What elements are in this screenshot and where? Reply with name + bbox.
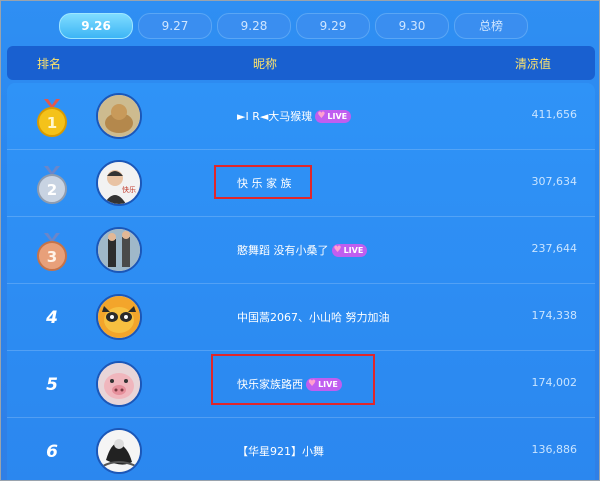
bronze-medal-icon: 3 — [37, 233, 67, 271]
heart-icon: ♥ — [333, 244, 342, 255]
tab-9-29[interactable]: 9.29 — [296, 13, 370, 39]
row-score: 411,656 — [531, 108, 578, 121]
silver-medal-icon: 2 — [37, 166, 67, 204]
ink-avatar[interactable] — [96, 428, 142, 474]
table-row[interactable]: 6 【华星921】小舞 136,886 — [7, 418, 595, 480]
nickname-text: ►I R◄大马猴瑰 — [237, 110, 313, 123]
tab-9-28[interactable]: 9.28 — [217, 13, 291, 39]
table-row[interactable]: 1 ►I R◄大马猴瑰 ♥ LIVE 411,656 — [7, 83, 595, 150]
row-name: ►I R◄大马猴瑰 ♥ LIVE — [237, 107, 352, 125]
dog-avatar[interactable] — [96, 93, 142, 139]
leaderboard-panel: 9.26 9.27 9.28 9.29 9.30 总榜 排名 昵称 清凉值 1 — [0, 0, 600, 481]
rank-number: 6 — [46, 442, 58, 462]
nickname-text: 【华星921】小舞 — [237, 445, 324, 458]
live-label: LIVE — [327, 111, 348, 121]
row-score: 136,886 — [531, 443, 578, 456]
row-name: 憨舞蹈 没有小桑了 ♥ LIVE — [237, 241, 368, 259]
header-nickname: 昵称 — [253, 57, 278, 71]
table-row[interactable]: 3 憨舞蹈 没有小桑了 ♥ LIVE 237,644 — [7, 217, 595, 284]
row-score: 174,338 — [531, 309, 578, 322]
tab-9-30[interactable]: 9.30 — [375, 13, 449, 39]
nickname-text: 中国蒿2067、小山哈 努力加油 — [237, 311, 390, 324]
heart-icon: ♥ — [317, 110, 326, 121]
svg-text:3: 3 — [47, 248, 57, 266]
ranking-list: 1 ►I R◄大马猴瑰 ♥ LIVE 411,656 2 快乐 快 乐 家 族 … — [7, 83, 595, 480]
tab-9-27[interactable]: 9.27 — [138, 13, 212, 39]
row-name: 【华星921】小舞 — [237, 442, 324, 460]
row-score: 237,644 — [531, 242, 578, 255]
table-row[interactable]: 4 中国蒿2067、小山哈 努力加油 174,338 — [7, 284, 595, 351]
svg-text:1: 1 — [47, 114, 57, 132]
avatar-text: 快乐 — [122, 185, 136, 194]
raccoon-avatar[interactable] — [96, 294, 142, 340]
row-score: 307,634 — [531, 175, 578, 188]
highlight-box — [214, 165, 312, 199]
tab-9-26[interactable]: 9.26 — [59, 13, 133, 39]
row-name: 中国蒿2067、小山哈 努力加油 — [237, 308, 390, 326]
svg-text:2: 2 — [47, 181, 57, 199]
row-score: 174,002 — [531, 376, 578, 389]
table-header: 排名 昵称 清凉值 — [7, 46, 595, 80]
live-badge[interactable]: ♥ LIVE — [331, 243, 368, 257]
live-label: LIVE — [343, 245, 364, 255]
dancer-avatar[interactable] — [96, 227, 142, 273]
gold-medal-icon: 1 — [37, 99, 67, 137]
person-avatar[interactable]: 快乐 — [96, 160, 142, 206]
live-badge[interactable]: ♥ LIVE — [315, 109, 352, 123]
rank-number: 4 — [46, 308, 58, 328]
tab-total[interactable]: 总榜 — [454, 13, 528, 39]
highlight-box — [211, 354, 375, 405]
pig-avatar[interactable] — [96, 361, 142, 407]
header-rank: 排名 — [37, 57, 62, 71]
rank-number: 5 — [46, 375, 58, 395]
header-score: 清凉值 — [515, 57, 552, 71]
nickname-text: 憨舞蹈 没有小桑了 — [237, 244, 329, 257]
